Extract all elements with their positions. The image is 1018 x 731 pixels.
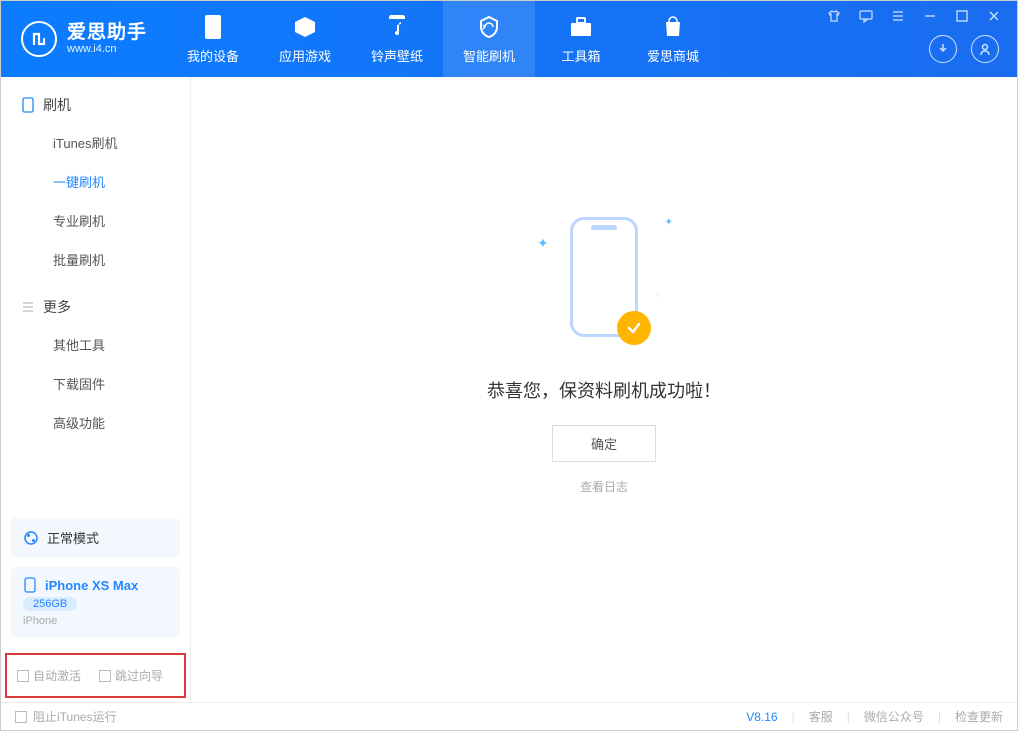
device-block: 正常模式 iPhone XS Max 256GB iPhone — [1, 508, 190, 647]
success-text: 恭喜您，保资料刷机成功啦！ — [487, 377, 721, 403]
sidebar-item-itunes[interactable]: iTunes刷机 — [1, 123, 190, 162]
ok-button[interactable]: 确定 — [552, 425, 656, 462]
block-itunes-checkbox[interactable]: 阻止iTunes运行 — [15, 708, 117, 725]
tab-my-device[interactable]: 我的设备 — [167, 1, 259, 77]
tab-label: 工具箱 — [562, 46, 601, 65]
sidebar-item-oneclick[interactable]: 一键刷机 — [1, 162, 190, 201]
sparkle-icon: ✦ — [665, 217, 673, 228]
apps-icon — [292, 14, 318, 40]
block-itunes-label: 阻止iTunes运行 — [33, 708, 117, 725]
footer-link-wechat[interactable]: 微信公众号 — [864, 708, 924, 725]
device-name: iPhone XS Max — [45, 578, 138, 593]
tab-label: 铃声壁纸 — [371, 46, 423, 65]
check-icon — [617, 311, 651, 345]
music-icon — [384, 14, 410, 40]
sidebar-section-flash: 刷机 — [1, 77, 190, 123]
tab-flash[interactable]: 智能刷机 — [443, 1, 535, 77]
app-logo[interactable]: 爱思助手 www.i4.cn — [1, 21, 167, 57]
skip-guide-label: 跳过向导 — [115, 667, 163, 684]
header-actions — [929, 35, 999, 63]
feedback-icon[interactable] — [855, 9, 877, 23]
app-subtitle: www.i4.cn — [67, 43, 147, 55]
device-info-card[interactable]: iPhone XS Max 256GB iPhone — [11, 567, 180, 637]
tab-apps[interactable]: 应用游戏 — [259, 1, 351, 77]
list-icon — [21, 300, 35, 314]
main-content: ✦ ✦ + 恭喜您，保资料刷机成功啦！ 确定 查看日志 — [191, 77, 1017, 702]
device-storage: 256GB — [23, 597, 77, 611]
footer-link-update[interactable]: 检查更新 — [955, 708, 1003, 725]
mode-label: 正常模式 — [47, 528, 99, 547]
tab-label: 应用游戏 — [279, 46, 331, 65]
tab-label: 爱思商城 — [647, 46, 699, 65]
section-title: 更多 — [43, 297, 71, 317]
flash-icon — [476, 14, 502, 40]
window-controls — [823, 9, 1005, 23]
mode-icon — [23, 530, 39, 546]
sidebar-item-batch[interactable]: 批量刷机 — [1, 240, 190, 279]
device-mode-card[interactable]: 正常模式 — [11, 518, 180, 557]
sidebar-item-firmware[interactable]: 下载固件 — [1, 364, 190, 403]
device-icon — [200, 14, 226, 40]
section-title: 刷机 — [43, 95, 71, 115]
sparkle-icon: + — [655, 290, 661, 301]
tab-ringtones[interactable]: 铃声壁纸 — [351, 1, 443, 77]
tab-label: 智能刷机 — [463, 46, 515, 65]
sparkle-icon: ✦ — [537, 235, 549, 252]
minimize-icon[interactable] — [919, 9, 941, 23]
body-layout: 刷机 iTunes刷机 一键刷机 专业刷机 批量刷机 更多 其他工具 下载固件 … — [1, 77, 1017, 702]
footer: 阻止iTunes运行 V8.16 | 客服 | 微信公众号 | 检查更新 — [1, 702, 1017, 730]
device-type: iPhone — [23, 615, 168, 627]
skip-guide-checkbox[interactable]: 跳过向导 — [99, 667, 163, 684]
menu-icon[interactable] — [887, 9, 909, 23]
app-title: 爱思助手 — [67, 23, 147, 44]
sidebar-item-pro[interactable]: 专业刷机 — [1, 201, 190, 240]
phone-small-icon — [23, 577, 37, 593]
shirt-icon[interactable] — [823, 9, 845, 23]
tab-shop[interactable]: 爱思商城 — [627, 1, 719, 77]
auto-activate-label: 自动激活 — [33, 667, 81, 684]
header: 爱思助手 www.i4.cn 我的设备 应用游戏 铃声壁纸 智能刷机 工具箱 爱… — [1, 1, 1017, 77]
footer-link-support[interactable]: 客服 — [809, 708, 833, 725]
maximize-icon[interactable] — [951, 9, 973, 23]
nav-tabs: 我的设备 应用游戏 铃声壁纸 智能刷机 工具箱 爱思商城 — [167, 1, 719, 77]
sidebar-item-advanced[interactable]: 高级功能 — [1, 403, 190, 442]
logo-icon — [21, 21, 57, 57]
success-illustration: ✦ ✦ + — [529, 197, 679, 357]
phone-icon — [21, 97, 35, 113]
view-log-link[interactable]: 查看日志 — [580, 478, 628, 495]
close-icon[interactable] — [983, 9, 1005, 23]
sidebar-section-more: 更多 — [1, 279, 190, 325]
sidebar-item-other[interactable]: 其他工具 — [1, 325, 190, 364]
tab-toolbox[interactable]: 工具箱 — [535, 1, 627, 77]
version-label: V8.16 — [746, 710, 777, 724]
download-button[interactable] — [929, 35, 957, 63]
options-row: 自动激活 跳过向导 — [5, 653, 186, 698]
auto-activate-checkbox[interactable]: 自动激活 — [17, 667, 81, 684]
toolbox-icon — [568, 14, 594, 40]
shop-icon — [660, 14, 686, 40]
sidebar: 刷机 iTunes刷机 一键刷机 专业刷机 批量刷机 更多 其他工具 下载固件 … — [1, 77, 191, 702]
tab-label: 我的设备 — [187, 46, 239, 65]
user-button[interactable] — [971, 35, 999, 63]
